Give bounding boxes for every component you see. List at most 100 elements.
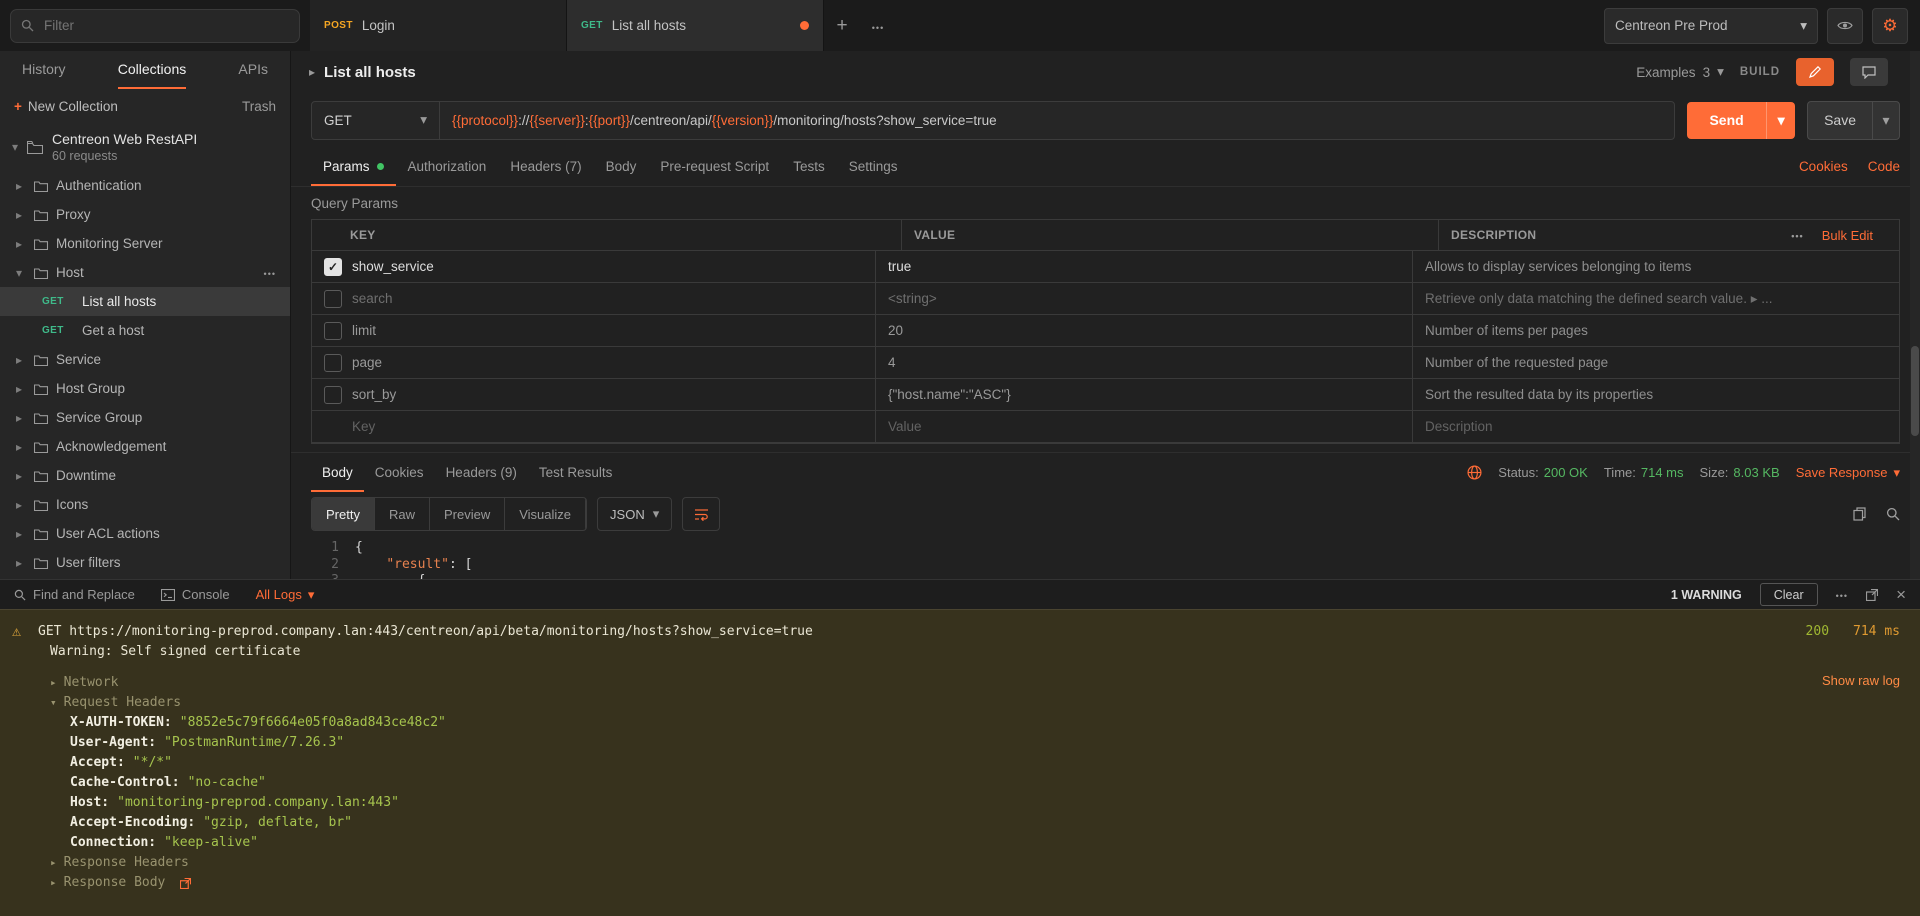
examples-dropdown[interactable]: Examples 3 — [1636, 64, 1724, 80]
console-log-entry[interactable]: GET https://monitoring-preprod.company.l… — [12, 620, 1900, 642]
param-key[interactable]: sort_by — [352, 387, 396, 402]
sidebar-folder-item[interactable]: Authentication — [0, 171, 290, 200]
search-icon[interactable] — [1886, 507, 1900, 521]
sidebar-request-item[interactable]: GET Get a host — [0, 316, 290, 345]
sidebar-tab-apis[interactable]: APIs — [238, 51, 268, 89]
console-options-button[interactable] — [1836, 587, 1848, 602]
request-tab-login[interactable]: POST Login — [310, 0, 567, 51]
find-and-replace-button[interactable]: Find and Replace — [14, 587, 135, 602]
console-request-headers-section[interactable]: Request Headers — [50, 693, 1900, 713]
copy-icon[interactable] — [1853, 507, 1866, 521]
method-selector[interactable]: GET — [312, 102, 440, 139]
console-response-headers-section[interactable]: Response Headers — [50, 853, 1900, 873]
url-input[interactable]: {{protocol}} :// {{server}} : {{port}} /… — [440, 102, 1674, 139]
param-key[interactable]: limit — [352, 323, 376, 338]
settings-button[interactable] — [1872, 8, 1908, 44]
save-response-button[interactable]: Save Response — [1796, 465, 1900, 481]
sidebar-folder-item[interactable]: Icons — [0, 490, 290, 519]
param-row[interactable]: Key Value Description — [312, 411, 1899, 443]
console-network-section[interactable]: Network — [50, 673, 1900, 693]
param-key[interactable]: search — [352, 291, 393, 306]
sidebar-folder-item[interactable]: Service Group — [0, 403, 290, 432]
comments-button[interactable] — [1850, 58, 1888, 86]
environment-selector[interactable]: Centreon Pre Prod — [1604, 8, 1818, 44]
response-view-tab[interactable]: Visualize — [505, 498, 586, 530]
sidebar-folder-item[interactable]: User filters — [0, 548, 290, 577]
sidebar-tab-collections[interactable]: Collections — [118, 51, 186, 89]
log-filter-dropdown[interactable]: All Logs — [256, 587, 315, 603]
request-config-tab[interactable]: Settings — [837, 147, 910, 186]
param-key[interactable]: Key — [352, 419, 375, 434]
collection-root[interactable]: Centreon Web RestAPI 60 requests — [0, 123, 290, 171]
request-config-tab[interactable]: Headers (7) — [498, 147, 593, 186]
console-toggle-button[interactable]: Console — [161, 587, 230, 602]
param-description[interactable]: Description — [1425, 419, 1493, 434]
request-config-tab[interactable]: Pre-request Script — [648, 147, 781, 186]
param-checkbox[interactable] — [324, 386, 342, 404]
new-collection-button[interactable]: + New Collection — [14, 99, 118, 114]
param-row[interactable]: show_service true Allows to display serv… — [312, 251, 1899, 283]
console-response-body-section[interactable]: Response Body — [50, 873, 1900, 893]
param-value[interactable]: 4 — [888, 355, 896, 370]
chevron-right-icon[interactable] — [309, 65, 315, 79]
param-key[interactable]: page — [352, 355, 382, 370]
param-description[interactable]: Number of items per pages — [1425, 323, 1588, 338]
param-value[interactable]: {"host.name":"ASC"} — [888, 387, 1011, 402]
environment-quick-look-button[interactable] — [1827, 8, 1863, 44]
send-button[interactable]: Send — [1687, 102, 1795, 139]
show-raw-log-link[interactable]: Show raw log — [1822, 673, 1900, 688]
sidebar-folder-item[interactable]: Acknowledgement — [0, 432, 290, 461]
sidebar-tab-history[interactable]: History — [22, 51, 66, 89]
filter-input[interactable] — [42, 17, 289, 34]
param-value[interactable]: Value — [888, 419, 922, 434]
request-config-tab[interactable]: Tests — [781, 147, 837, 186]
response-view-tab[interactable]: Raw — [375, 498, 430, 530]
param-key[interactable]: show_service — [352, 259, 434, 274]
close-console-icon[interactable] — [1896, 586, 1906, 603]
response-tab[interactable]: Test Results — [528, 453, 624, 492]
param-row[interactable]: sort_by {"host.name":"ASC"} Sort the res… — [312, 379, 1899, 411]
param-row[interactable]: search <string> Retrieve only data match… — [312, 283, 1899, 315]
open-in-new-icon[interactable] — [1866, 589, 1878, 601]
request-config-tab[interactable]: Body — [594, 147, 649, 186]
wrap-text-button[interactable] — [682, 497, 720, 531]
response-body-editor[interactable]: 1 { 2 "result": [ 3 { 4 — [291, 536, 1920, 579]
sidebar-folder-item[interactable]: Host Group — [0, 374, 290, 403]
param-value[interactable]: <string> — [888, 291, 937, 306]
request-tab-list-all-hosts[interactable]: GET List all hosts — [567, 0, 824, 51]
param-checkbox[interactable] — [324, 258, 342, 276]
tab-options-button[interactable] — [860, 0, 896, 51]
param-value[interactable]: 20 — [888, 323, 903, 338]
response-tab[interactable]: Cookies — [364, 453, 435, 492]
sidebar-folder-item[interactable]: User ACL actions — [0, 519, 290, 548]
request-config-tab[interactable]: Params — [311, 147, 396, 186]
param-row[interactable]: page 4 Number of the requested page — [312, 347, 1899, 379]
param-checkbox[interactable] — [324, 354, 342, 372]
trash-button[interactable]: Trash — [242, 99, 276, 114]
response-view-tab[interactable]: Preview — [430, 498, 505, 530]
param-row[interactable]: limit 20 Number of items per pages — [312, 315, 1899, 347]
sidebar-folder-item[interactable]: Proxy — [0, 200, 290, 229]
sidebar-request-item[interactable]: GET List all hosts — [0, 287, 290, 316]
format-dropdown[interactable]: JSON — [597, 497, 672, 531]
params-more-button[interactable] — [1791, 228, 1803, 242]
save-options-caret[interactable] — [1872, 102, 1899, 139]
param-checkbox[interactable] — [324, 290, 342, 308]
sidebar-folder-item[interactable]: Service — [0, 345, 290, 374]
scrollbar[interactable] — [1910, 51, 1920, 579]
param-checkbox[interactable] — [324, 322, 342, 340]
response-tab[interactable]: Body — [311, 453, 364, 492]
param-description[interactable]: Retrieve only data matching the defined … — [1425, 291, 1772, 307]
sidebar-folder-item[interactable]: Monitoring Server — [0, 229, 290, 258]
response-tab[interactable]: Headers (9) — [435, 453, 528, 492]
request-config-tab[interactable]: Authorization — [396, 147, 499, 186]
open-new-tab-button[interactable] — [824, 0, 860, 51]
scrollbar-thumb[interactable] — [1911, 346, 1919, 436]
cookies-link[interactable]: Cookies — [1799, 159, 1848, 174]
bulk-edit-link[interactable]: Bulk Edit — [1822, 228, 1873, 243]
clear-console-button[interactable]: Clear — [1760, 583, 1818, 606]
sidebar-filter-box[interactable] — [10, 9, 300, 43]
send-options-caret[interactable] — [1766, 102, 1795, 139]
sidebar-folder-item[interactable]: Downtime — [0, 461, 290, 490]
param-description[interactable]: Sort the resulted data by its properties — [1425, 387, 1653, 402]
